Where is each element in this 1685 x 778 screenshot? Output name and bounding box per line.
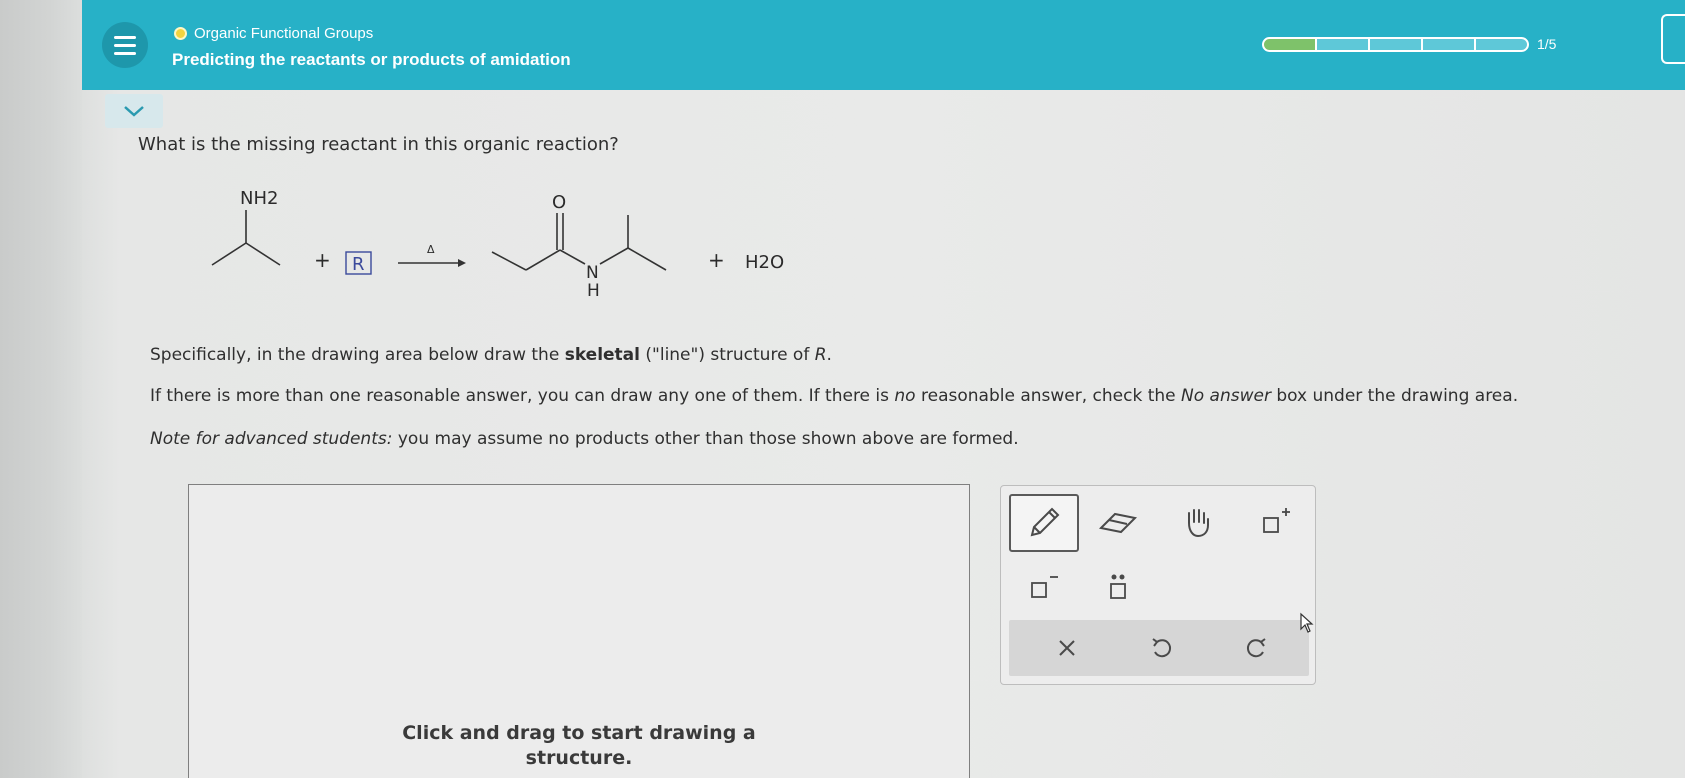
arrow-head xyxy=(458,259,466,267)
missing-reactant-label: R xyxy=(352,254,365,275)
page-title: Predicting the reactants or products of … xyxy=(172,50,571,69)
clear-icon xyxy=(1059,640,1075,656)
redo-button[interactable] xyxy=(1235,628,1279,668)
product-amide: O N H xyxy=(491,192,667,301)
positive-charge-icon xyxy=(1263,508,1290,533)
eraser-icon xyxy=(1098,512,1138,534)
header-bar: Organic Functional Groups Predicting the… xyxy=(82,0,1685,90)
heat-label: Δ xyxy=(427,243,435,256)
plus-sign: + xyxy=(314,248,331,272)
drawing-canvas[interactable]: Click and drag to start drawing a struct… xyxy=(188,484,970,778)
plus-sign: + xyxy=(708,248,725,272)
instruction-line-1: Specifically, in the drawing area below … xyxy=(150,345,832,365)
chevron-down-icon xyxy=(124,106,144,117)
progress-segment xyxy=(1262,36,1317,52)
carbonyl-oxygen-label: O xyxy=(552,192,566,213)
lone-pair-icon xyxy=(1110,574,1126,599)
progress-bar: 1/5 xyxy=(1262,36,1556,52)
side-panel-button[interactable] xyxy=(1661,14,1685,64)
water-label: H2O xyxy=(745,252,784,273)
action-bar xyxy=(1009,620,1309,676)
reaction-scheme: NH2 + R Δ O N H + H2O xyxy=(211,188,784,301)
menu-button[interactable] xyxy=(102,22,148,68)
reactant-amine: NH2 xyxy=(211,188,281,266)
pencil-tool-button[interactable] xyxy=(1009,494,1079,552)
progress-segment xyxy=(1421,36,1476,52)
amide-nitrogen-label: N xyxy=(586,263,599,283)
lone-pair-button[interactable] xyxy=(1093,566,1143,610)
amine-label: NH2 xyxy=(240,188,278,209)
negative-charge-button[interactable] xyxy=(1019,566,1069,610)
drawing-hint: Click and drag to start drawing a struct… xyxy=(402,722,756,769)
positive-charge-button[interactable] xyxy=(1251,500,1301,546)
hand-icon xyxy=(1188,509,1209,538)
negative-charge-icon xyxy=(1031,576,1058,598)
progress-segment xyxy=(1368,36,1423,52)
redo-icon xyxy=(1246,638,1266,658)
collapse-button[interactable] xyxy=(105,94,163,128)
pencil-icon xyxy=(1030,507,1060,537)
eraser-tool-button[interactable] xyxy=(1093,500,1143,546)
instruction-note: Note for advanced students: you may assu… xyxy=(150,429,1019,449)
pan-tool-button[interactable] xyxy=(1173,500,1223,546)
clear-button[interactable] xyxy=(1045,628,1089,668)
instruction-line-2: If there is more than one reasonable ans… xyxy=(150,386,1519,406)
undo-button[interactable] xyxy=(1139,628,1183,668)
menu-icon xyxy=(114,35,136,39)
skeletal-emphasis: skeletal xyxy=(564,345,640,365)
progress-count: 1/5 xyxy=(1537,36,1557,52)
topic-label: Organic Functional Groups xyxy=(174,25,373,42)
progress-segment xyxy=(1474,36,1529,52)
progress-segment xyxy=(1315,36,1370,52)
screen-bezel xyxy=(0,0,82,778)
topic-status-icon xyxy=(174,27,187,40)
question-text: What is the missing reactant in this org… xyxy=(138,134,619,155)
amide-hydrogen-label: H xyxy=(587,281,600,301)
drawing-toolbox xyxy=(1000,485,1316,685)
topic-text: Organic Functional Groups xyxy=(194,25,374,42)
mouse-cursor-icon xyxy=(1300,612,1314,633)
undo-icon xyxy=(1152,638,1172,658)
